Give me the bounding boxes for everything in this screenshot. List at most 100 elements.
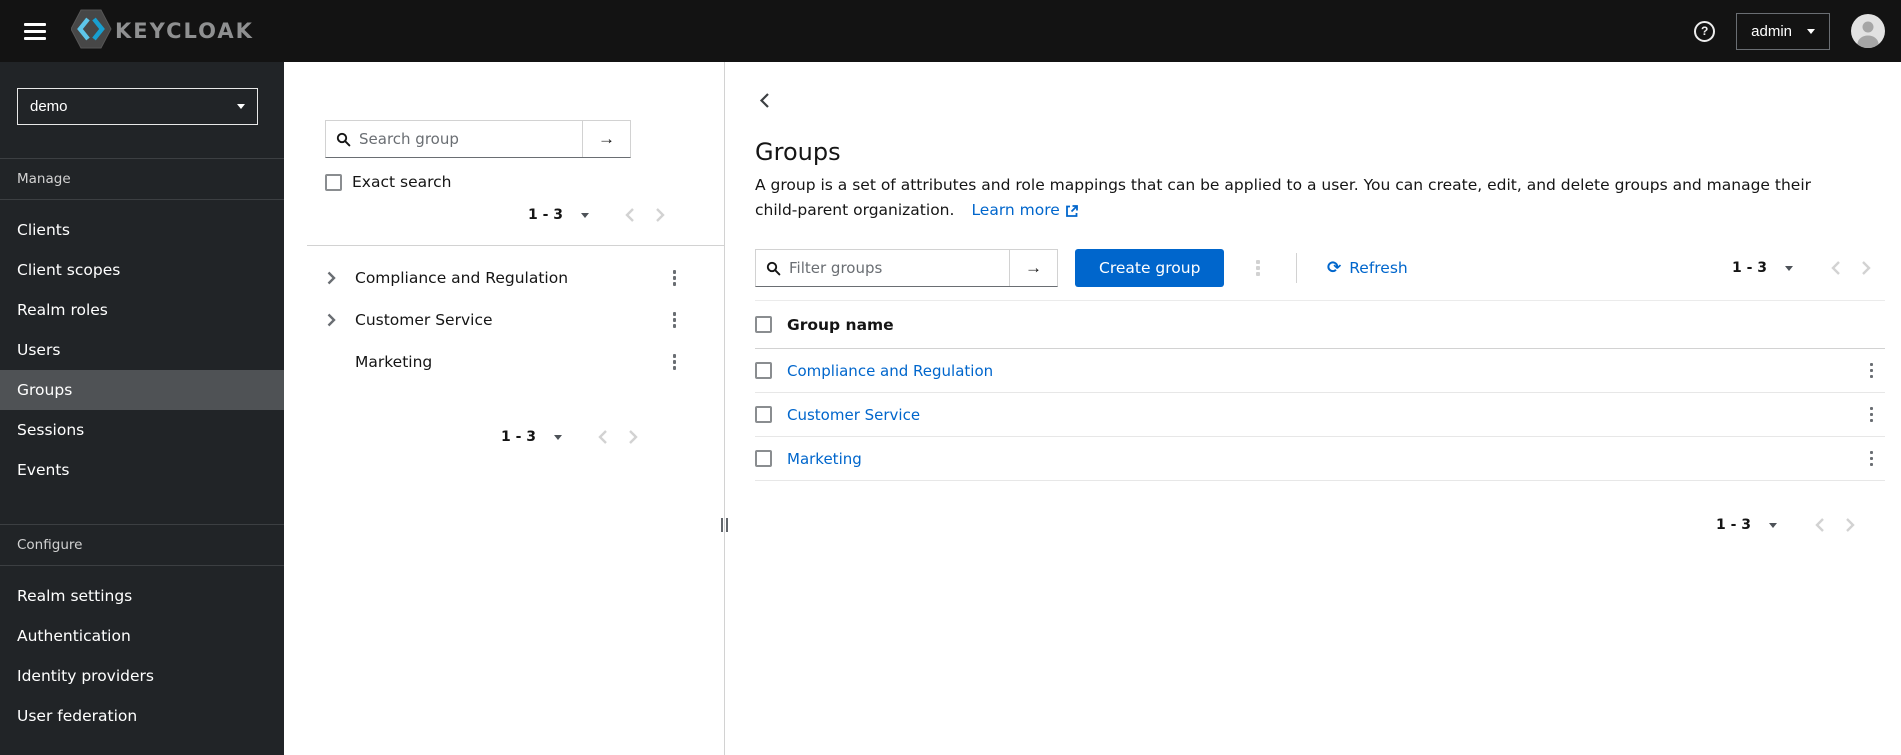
row-kebab-menu-icon[interactable]	[1864, 403, 1880, 427]
tree-expand-toggle[interactable]	[327, 271, 355, 285]
pagination-options-toggle[interactable]	[554, 434, 562, 440]
group-link-marketing[interactable]: Marketing	[787, 450, 862, 468]
group-search-input[interactable]	[359, 130, 582, 148]
pagination-prev-button[interactable]	[1821, 254, 1851, 282]
group-search-submit-button[interactable]: →	[582, 121, 630, 157]
caret-down-icon	[554, 434, 562, 440]
filter-groups-submit-button[interactable]: →	[1009, 250, 1057, 286]
sidebar-item-authentication[interactable]: Authentication	[0, 616, 284, 656]
group-search-group: →	[325, 120, 631, 158]
chevron-right-icon	[327, 271, 336, 285]
table-row: Compliance and Regulation	[755, 349, 1885, 393]
avatar[interactable]	[1851, 14, 1885, 48]
help-icon[interactable]: ?	[1694, 20, 1716, 42]
tree-item-customer-service[interactable]: Customer Service	[284, 299, 724, 341]
caret-down-icon	[1769, 522, 1777, 528]
nav-section-title-configure: Configure	[0, 524, 284, 566]
row-checkbox[interactable]	[755, 362, 772, 379]
realm-selector[interactable]: demo	[17, 88, 258, 125]
pagination-prev-button[interactable]	[615, 201, 645, 229]
table-row: Customer Service	[755, 393, 1885, 437]
tree-pagination-bottom: 1 - 3	[284, 423, 648, 451]
tree-item-compliance-and-regulation[interactable]: Compliance and Regulation	[284, 257, 724, 299]
hamburger-menu-icon[interactable]	[24, 22, 46, 40]
user-menu-dropdown[interactable]: admin	[1736, 12, 1830, 50]
group-link-compliance-and-regulation[interactable]: Compliance and Regulation	[787, 362, 993, 380]
group-tree-panel: → Exact search 1 - 3 Compliance and Regu…	[284, 62, 724, 755]
nav-list-configure: Realm settings Authentication Identity p…	[0, 566, 284, 746]
sidebar-item-clients[interactable]: Clients	[0, 210, 284, 250]
pagination-options-toggle[interactable]	[1785, 265, 1793, 271]
description-line-2: child-parent organization.	[755, 201, 955, 219]
keycloak-brand-link[interactable]: KEYCLOAK	[70, 8, 254, 54]
pagination-next-button[interactable]	[618, 423, 648, 451]
sidebar-item-users[interactable]: Users	[0, 330, 284, 370]
pagination-range: 1 - 3	[1715, 517, 1751, 533]
page-title: Groups	[755, 138, 841, 166]
pagination-options-toggle[interactable]	[1769, 522, 1777, 528]
arrow-right-icon: →	[1025, 258, 1042, 277]
nav-section-title-manage: Manage	[0, 158, 284, 200]
tree-item-label: Compliance and Regulation	[355, 269, 569, 287]
exact-search-row: Exact search	[325, 173, 724, 191]
collapse-back-button[interactable]	[755, 90, 774, 111]
select-all-checkbox[interactable]	[755, 316, 772, 333]
nav-list-manage: Clients Client scopes Realm roles Users …	[0, 200, 284, 500]
resize-grip[interactable]	[721, 518, 728, 532]
create-group-button[interactable]: Create group	[1075, 249, 1225, 287]
row-checkbox[interactable]	[755, 450, 772, 467]
arrow-right-icon: →	[598, 129, 615, 148]
pagination-next-button[interactable]	[1835, 511, 1865, 539]
tree-item-label: Marketing	[355, 353, 433, 371]
groups-table: Group name Compliance and Regulation Cus…	[755, 300, 1885, 481]
chevron-left-icon	[598, 430, 607, 444]
pagination-next-button[interactable]	[645, 201, 675, 229]
user-menu-label: admin	[1751, 22, 1792, 40]
sidebar-item-client-scopes[interactable]: Client scopes	[0, 250, 284, 290]
pagination-prev-button[interactable]	[588, 423, 618, 451]
sidebar-item-groups[interactable]: Groups	[0, 370, 284, 410]
chevron-left-icon	[625, 208, 634, 222]
row-kebab-menu-icon[interactable]	[1864, 447, 1880, 471]
sidebar-item-realm-settings[interactable]: Realm settings	[0, 576, 284, 616]
chevron-down-icon	[237, 104, 245, 109]
learn-more-link[interactable]: Learn more	[971, 198, 1078, 223]
pagination-prev-button[interactable]	[1805, 511, 1835, 539]
group-link-customer-service[interactable]: Customer Service	[787, 406, 920, 424]
top-bar: KEYCLOAK ? admin	[0, 0, 1901, 62]
table-pagination-top: 1 - 3	[1732, 254, 1881, 282]
keycloak-admin-console: KEYCLOAK ? admin demo Manage Clients Cli…	[0, 0, 1901, 755]
sidebar-item-sessions[interactable]: Sessions	[0, 410, 284, 450]
kebab-menu-icon[interactable]	[667, 350, 683, 374]
sidebar-nav: demo Manage Clients Client scopes Realm …	[0, 62, 284, 755]
pagination-next-button[interactable]	[1851, 254, 1881, 282]
row-checkbox[interactable]	[755, 406, 772, 423]
refresh-button[interactable]: ⟳ Refresh	[1327, 259, 1408, 277]
exact-search-label: Exact search	[352, 173, 452, 191]
search-icon	[336, 132, 351, 146]
chevron-down-icon	[1807, 28, 1815, 34]
tree-expand-toggle[interactable]	[327, 313, 355, 327]
sidebar-item-identity-providers[interactable]: Identity providers	[0, 656, 284, 696]
chevron-right-icon	[327, 313, 336, 327]
row-kebab-menu-icon[interactable]	[1864, 359, 1880, 383]
toolbar-kebab-menu-icon[interactable]	[1250, 256, 1266, 280]
sidebar-item-events[interactable]: Events	[0, 450, 284, 490]
toolbar-divider	[1295, 253, 1297, 283]
kebab-menu-icon[interactable]	[667, 308, 683, 332]
chevron-right-icon	[1846, 518, 1855, 532]
filter-groups-input[interactable]	[789, 259, 1009, 277]
table-pagination-bottom: 1 - 3	[755, 511, 1865, 539]
exact-search-checkbox[interactable]	[325, 173, 342, 191]
kebab-menu-icon[interactable]	[667, 266, 683, 290]
panel-resize-divider[interactable]	[721, 62, 728, 755]
sidebar-item-realm-roles[interactable]: Realm roles	[0, 290, 284, 330]
pagination-options-toggle[interactable]	[581, 212, 589, 218]
group-tree-list: Compliance and Regulation Customer Servi…	[284, 257, 724, 383]
table-row: Marketing	[755, 437, 1885, 481]
sidebar-item-user-federation[interactable]: User federation	[0, 696, 284, 736]
pagination-range: 1 - 3	[527, 207, 563, 223]
brand-text: KEYCLOAK	[115, 19, 254, 43]
tree-item-marketing[interactable]: Marketing	[284, 341, 724, 383]
search-icon	[766, 261, 781, 275]
